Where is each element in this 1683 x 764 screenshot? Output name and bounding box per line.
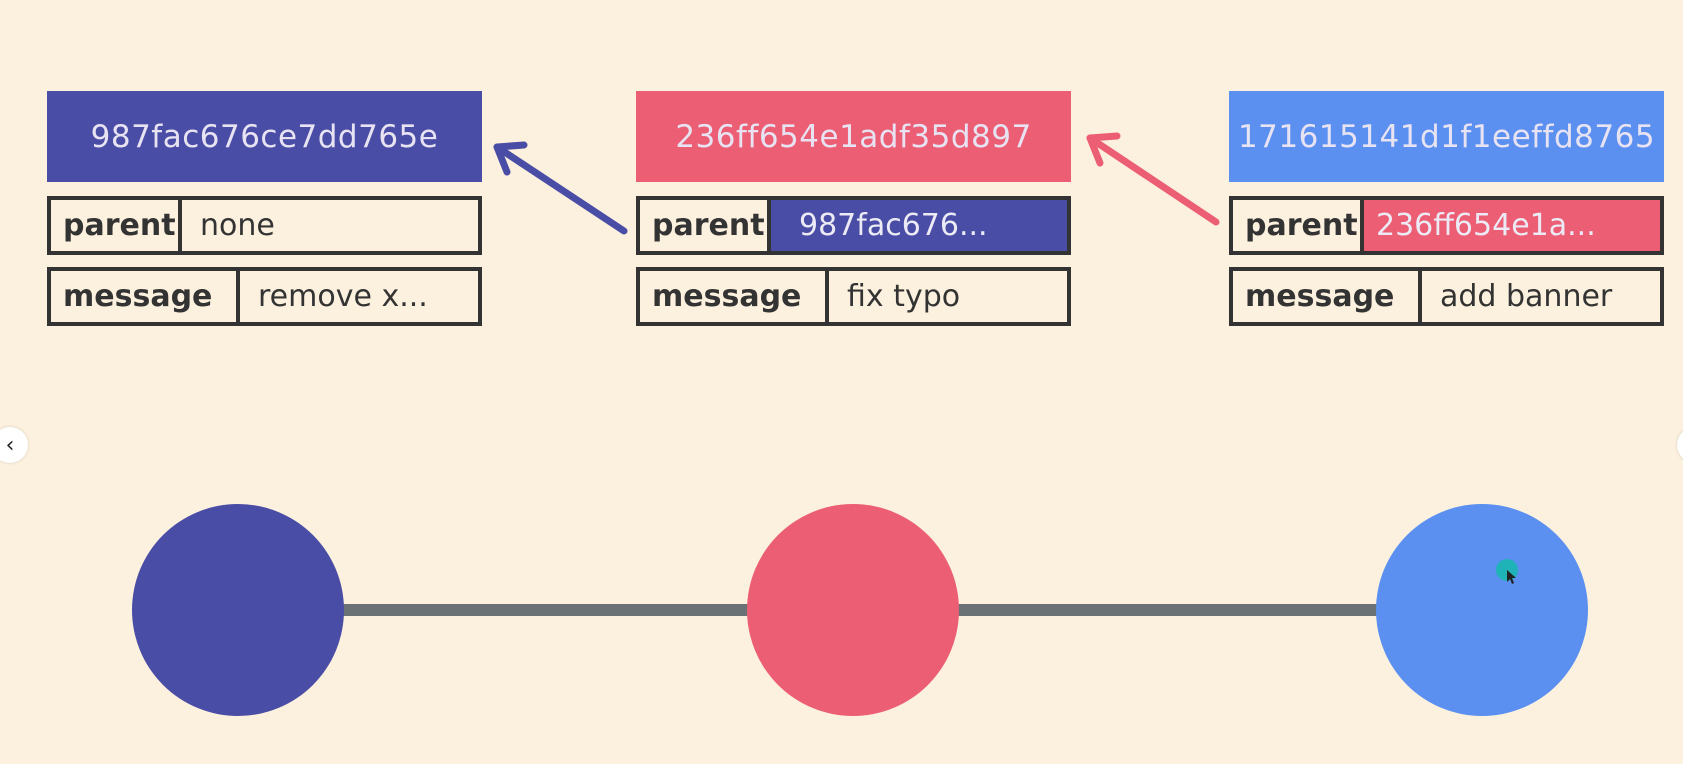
- commit-node-3[interactable]: [1376, 504, 1588, 716]
- parent-arrow-3-to-2: [1086, 132, 1220, 226]
- parent-arrow-2-to-1: [493, 141, 628, 235]
- commit-graph: [132, 132, 1588, 716]
- commit-node-2[interactable]: [747, 504, 959, 716]
- chevron-left-icon: ‹: [5, 432, 15, 458]
- commit-node-1[interactable]: [132, 504, 344, 716]
